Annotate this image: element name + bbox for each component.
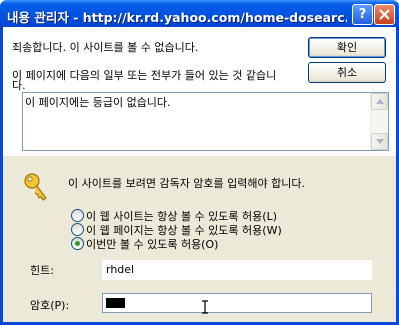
text-cursor-icon xyxy=(202,300,208,314)
rating-details-list[interactable]: 이 페이지에는 등급이 없습니다. xyxy=(22,92,389,151)
title-bar[interactable]: 내용 관리자 - http://kr.rd.yahoo.com/home-dos… xyxy=(0,0,399,30)
hint-value: rhdel xyxy=(106,263,135,276)
allow-page-radio[interactable] xyxy=(71,223,84,236)
supervisor-prompt: 이 사이트를 보려면 감독자 암호를 입력해야 합니다. xyxy=(68,177,305,190)
hint-label: 힌트: xyxy=(30,264,54,277)
rating-details-text: 이 페이지에는 등급이 없습니다. xyxy=(25,96,171,109)
window-title: 내용 관리자 - http://kr.rd.yahoo.com/home-dos… xyxy=(7,10,347,25)
password-label: 암호(P): xyxy=(30,299,70,312)
content-advisor-dialog: 내용 관리자 - http://kr.rd.yahoo.com/home-dos… xyxy=(0,0,399,325)
password-mask xyxy=(106,298,125,308)
password-input[interactable] xyxy=(102,293,372,313)
scroll-down-icon[interactable] xyxy=(371,133,388,150)
close-icon[interactable] xyxy=(374,4,395,25)
key-icon xyxy=(24,173,47,201)
ok-button[interactable]: 확인 xyxy=(308,37,386,58)
rating-message-line2: 다. xyxy=(12,79,26,92)
error-message: 죄송합니다. 이 사이트를 볼 수 없습니다. xyxy=(12,41,199,54)
rating-message-line1: 이 페이지에 다음의 일부 또는 전부가 들어 있는 것 같습니 xyxy=(12,69,277,82)
cancel-button[interactable]: 취소 xyxy=(308,62,386,83)
hint-field: rhdel xyxy=(102,260,372,280)
supervisor-panel: 이 사이트를 보려면 감독자 암호를 입력해야 합니다. 이 웹 사이트는 항상… xyxy=(3,158,396,322)
help-icon[interactable]: ? xyxy=(352,4,373,25)
scroll-up-icon[interactable] xyxy=(371,93,388,110)
vertical-scrollbar[interactable] xyxy=(370,93,388,150)
allow-once-radio[interactable] xyxy=(71,237,84,250)
allow-once-label[interactable]: 이번만 볼 수 있도록 허용(O) xyxy=(86,236,218,252)
allow-site-radio[interactable] xyxy=(71,209,84,222)
